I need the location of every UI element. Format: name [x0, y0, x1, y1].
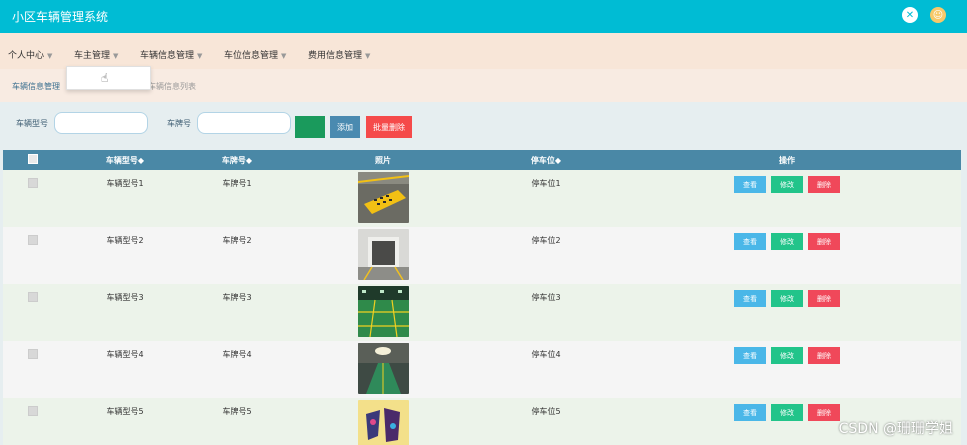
app-title: 小区车辆管理系统 [12, 10, 109, 24]
column-header-model[interactable]: 车辆型号◆ [63, 150, 187, 170]
cell-model: 车辆型号4 [106, 350, 144, 359]
user-avatar-icon[interactable]: ☺ [930, 7, 946, 23]
menu-item-fee-info[interactable]: 费用信息管理 ▼ [308, 48, 370, 61]
model-search-input[interactable] [54, 112, 148, 134]
chevron-down-icon: ▼ [281, 52, 287, 60]
view-button[interactable]: 查看 [734, 176, 766, 193]
menu-item-vehicle-info[interactable]: 车辆信息管理 ▼ [140, 48, 202, 61]
table-row: 车辆型号4 车牌号4 停车位4 查看 修改 删除 [3, 341, 961, 398]
expand-icon[interactable]: ✕ [902, 7, 918, 23]
menu-item-personal-center[interactable]: 个人中心 ▼ [8, 48, 52, 61]
cell-plate: 车牌号2 [222, 236, 252, 245]
cell-plate: 车牌号5 [222, 407, 252, 416]
vehicle-photo [357, 286, 409, 337]
cell-model: 车辆型号1 [106, 179, 144, 188]
cell-model: 车辆型号2 [106, 236, 144, 245]
table-row: 车辆型号1 车牌号1 停车位1 查看 修改 删除 [3, 170, 961, 227]
search-button[interactable] [295, 116, 325, 138]
menu-item-label: 车辆信息管理 [140, 51, 195, 61]
delete-button[interactable]: 删除 [808, 233, 840, 250]
breadcrumb-current: 车辆信息列表 [148, 82, 196, 91]
vehicle-photo [357, 343, 409, 394]
menu-item-label: 车位信息管理 [224, 51, 279, 61]
delete-button[interactable]: 删除 [808, 347, 840, 364]
breadcrumb-item[interactable]: 车辆信息管理 [12, 81, 60, 92]
search-bar: 车辆型号 车牌号 [0, 102, 967, 148]
view-button[interactable]: 查看 [734, 347, 766, 364]
batch-delete-button[interactable]: 批量删除 [366, 116, 412, 138]
top-header: 小区车辆管理系统 ✕ ☺ [0, 0, 967, 33]
cell-spot: 停车位3 [531, 293, 561, 302]
watermark-text: CSDN @珊珊学姐 [838, 421, 953, 437]
table-header-row: 车辆型号◆ 车牌号◆ 照片 停车位◆ 操作 [3, 150, 961, 170]
table-row: 车辆型号2 车牌号2 停车位2 查看 修改 删除 [3, 227, 961, 284]
cell-spot: 停车位2 [531, 236, 561, 245]
vehicle-photo [357, 229, 409, 280]
row-checkbox[interactable] [28, 178, 38, 188]
vehicle-photo [357, 400, 409, 445]
column-header-photo: 照片 [375, 155, 391, 165]
add-button[interactable]: 添加 [330, 116, 360, 138]
menu-item-parking-space-info[interactable]: 车位信息管理 ▼ [224, 48, 286, 61]
table-row: 车辆型号3 车牌号3 停车位3 查看 修改 删除 [3, 284, 961, 341]
cell-model: 车辆型号3 [106, 293, 144, 302]
delete-button[interactable]: 删除 [808, 176, 840, 193]
main-menu: 个人中心 ▼ 车主管理 ▼ 车辆信息管理 ▼ 车位信息管理 ▼ 费用信息管理 ▼ [0, 33, 967, 70]
column-header-spot[interactable]: 停车位◆ [479, 150, 613, 170]
cell-plate: 车牌号3 [222, 293, 252, 302]
column-header-actions: 操作 [779, 155, 795, 165]
cell-plate: 车牌号4 [222, 350, 252, 359]
cell-model: 车辆型号5 [106, 407, 144, 416]
menu-item-owner-management[interactable]: 车主管理 ▼ [74, 48, 118, 61]
vehicle-table: 车辆型号◆ 车牌号◆ 照片 停车位◆ 操作 车辆型号1 车牌号1 停车位1 查看… [3, 150, 961, 445]
menu-item-label: 个人中心 [8, 51, 45, 61]
table-row: 车辆型号5 车牌号5 停车位5 查看 修改 删除 [3, 398, 961, 445]
vehicle-photo [357, 172, 409, 223]
model-label: 车辆型号 [16, 119, 48, 128]
chevron-down-icon: ▼ [113, 52, 119, 60]
edit-button[interactable]: 修改 [771, 233, 803, 250]
chevron-down-icon: ▼ [197, 52, 203, 60]
edit-button[interactable]: 修改 [771, 176, 803, 193]
view-button[interactable]: 查看 [734, 404, 766, 421]
chevron-down-icon: ▼ [47, 52, 53, 60]
row-checkbox[interactable] [28, 235, 38, 245]
plate-search-input[interactable] [197, 112, 291, 134]
menu-item-label: 车主管理 [74, 51, 111, 61]
view-button[interactable]: 查看 [734, 290, 766, 307]
cell-spot: 停车位4 [531, 350, 561, 359]
delete-button[interactable]: 删除 [808, 290, 840, 307]
row-checkbox[interactable] [28, 292, 38, 302]
edit-button[interactable]: 修改 [771, 404, 803, 421]
edit-button[interactable]: 修改 [771, 347, 803, 364]
cell-spot: 停车位1 [531, 179, 561, 188]
column-header-plate[interactable]: 车牌号◆ [187, 150, 287, 170]
chevron-down-icon: ▼ [365, 52, 371, 60]
plate-label: 车牌号 [167, 119, 191, 128]
edit-button[interactable]: 修改 [771, 290, 803, 307]
row-checkbox[interactable] [28, 349, 38, 359]
view-button[interactable]: 查看 [734, 233, 766, 250]
cell-plate: 车牌号1 [222, 179, 252, 188]
cell-spot: 停车位5 [531, 407, 561, 416]
select-all-checkbox[interactable] [28, 154, 38, 164]
hand-pointer-icon: ☝ [101, 71, 109, 85]
delete-button[interactable]: 删除 [808, 404, 840, 421]
owner-management-dropdown[interactable]: ☝ [66, 66, 151, 90]
menu-item-label: 费用信息管理 [308, 51, 363, 61]
row-checkbox[interactable] [28, 406, 38, 416]
